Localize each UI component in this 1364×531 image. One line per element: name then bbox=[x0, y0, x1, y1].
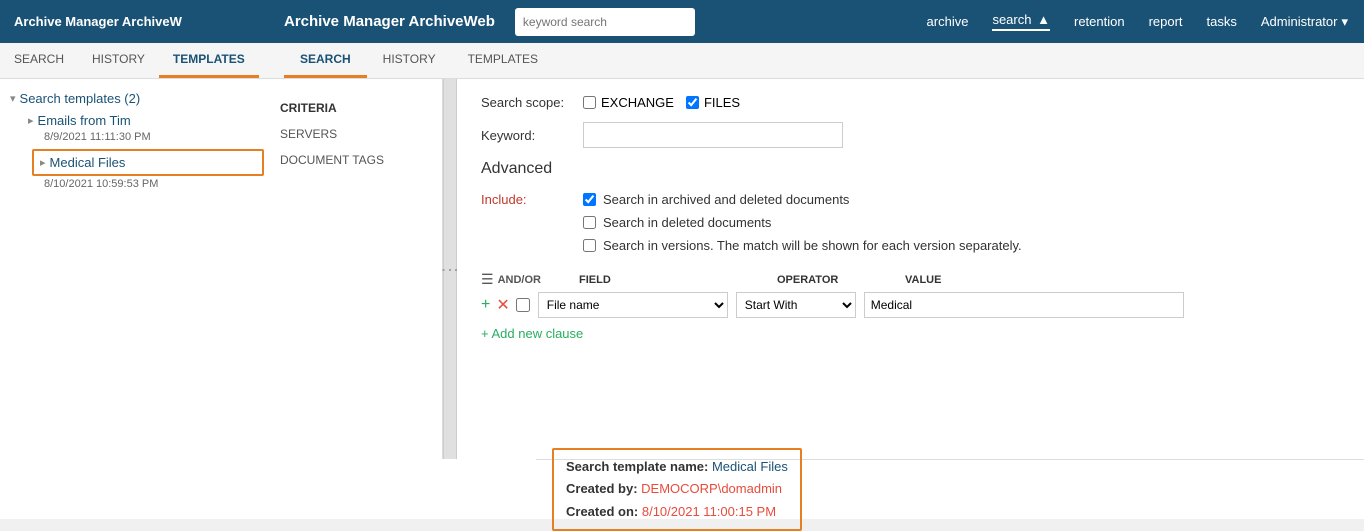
footer-created-on-row: Created on: 8/10/2021 11:00:15 PM bbox=[566, 501, 788, 523]
include-label: Include: bbox=[481, 192, 571, 207]
sidebar-item-servers[interactable]: SERVERS bbox=[280, 121, 430, 147]
left-tabs: SEARCH HISTORY TEMPLATES bbox=[0, 43, 268, 79]
tab-templates[interactable]: TEMPLATES bbox=[452, 43, 554, 78]
form-area: Search scope: EXCHANGE FILES Keyword: bbox=[457, 79, 1364, 459]
include-row: Include: Search in archived and deleted … bbox=[481, 192, 1340, 253]
created-by-label: Created by: bbox=[566, 481, 638, 496]
tree-item-medical-files-wrapper: ▸ Medical Files bbox=[32, 149, 264, 176]
sidebar-item-document-tags[interactable]: DOCUMENT TAGS bbox=[280, 147, 430, 173]
clause-icons: + ✕ bbox=[481, 295, 530, 315]
include-item-2: Search in versions. The match will be sh… bbox=[583, 238, 1022, 253]
include-label-0: Search in archived and deleted documents bbox=[603, 192, 849, 207]
field-header: FIELD bbox=[579, 274, 769, 286]
created-by-value: DEMOCORP\domadmin bbox=[641, 481, 782, 496]
keyword-label: Keyword: bbox=[481, 128, 571, 143]
exchange-label: EXCHANGE bbox=[601, 95, 674, 110]
main-panel: Archive Manager ArchiveWeb archive searc… bbox=[268, 0, 1364, 519]
nav-admin[interactable]: Administrator ▾ bbox=[1261, 14, 1348, 30]
scope-group: EXCHANGE FILES bbox=[583, 95, 740, 110]
template-name-value: Medical Files bbox=[712, 459, 788, 474]
include-checkbox-0[interactable] bbox=[583, 193, 596, 206]
tab-search[interactable]: SEARCH bbox=[284, 43, 367, 78]
medical-date: 8/10/2021 10:59:53 PM bbox=[28, 178, 268, 194]
left-content: ▾ Search templates (2) ▸ Emails from Tim… bbox=[0, 79, 268, 519]
nav-search[interactable]: search ▲ bbox=[992, 12, 1050, 31]
include-item-1: Search in deleted documents bbox=[583, 215, 1022, 230]
emails-label: Emails from Tim bbox=[38, 113, 131, 128]
include-group: Search in archived and deleted documents… bbox=[583, 192, 1022, 253]
footer: Search template name: Medical Files Crea… bbox=[536, 459, 1364, 519]
include-checkbox-2[interactable] bbox=[583, 239, 596, 252]
left-tab-search[interactable]: SEARCH bbox=[0, 43, 78, 78]
value-input[interactable] bbox=[864, 292, 1184, 318]
value-header: VALUE bbox=[905, 274, 941, 286]
remove-clause-icon[interactable]: ✕ bbox=[496, 295, 509, 315]
footer-info: Search template name: Medical Files Crea… bbox=[552, 448, 802, 530]
nav-archive[interactable]: archive bbox=[927, 14, 969, 29]
include-label-2: Search in versions. The match will be sh… bbox=[603, 238, 1022, 253]
nav-tasks[interactable]: tasks bbox=[1207, 14, 1237, 29]
add-new-clause-button[interactable]: + Add new clause bbox=[481, 326, 583, 341]
left-panel: Archive Manager ArchiveW SEARCH HISTORY … bbox=[0, 0, 268, 519]
include-label-1: Search in deleted documents bbox=[603, 215, 771, 230]
footer-created-by-row: Created by: DEMOCORP\domadmin bbox=[566, 478, 788, 500]
medical-label: Medical Files bbox=[50, 155, 126, 170]
footer-template-name-row: Search template name: Medical Files bbox=[566, 456, 788, 478]
emails-arrow: ▸ bbox=[28, 114, 34, 127]
clause-section: ☰ AND/OR FIELD OPERATOR VALUE + ✕ bbox=[481, 271, 1340, 341]
field-select[interactable]: File name Subject From To bbox=[538, 292, 728, 318]
nav-links: archive search ▲ retention report tasks … bbox=[927, 12, 1348, 31]
files-scope: FILES bbox=[686, 95, 740, 110]
app-title: Archive Manager ArchiveWeb bbox=[284, 13, 495, 30]
andor-header: AND/OR bbox=[498, 274, 541, 286]
keyword-row: Keyword: bbox=[481, 122, 1340, 148]
search-box-wrap bbox=[515, 8, 695, 36]
include-checkbox-1[interactable] bbox=[583, 216, 596, 229]
keyword-input[interactable] bbox=[583, 122, 843, 148]
tree-item-medical-files[interactable]: ▸ Medical Files bbox=[34, 151, 262, 174]
add-clause-label: + Add new clause bbox=[481, 326, 583, 341]
template-name-label: Search template name: bbox=[566, 459, 708, 474]
tree-children: ▸ Emails from Tim 8/9/2021 11:11:30 PM ▸… bbox=[0, 110, 268, 194]
content-area: CRITERIA SERVERS DOCUMENT TAGS ⋮ Search … bbox=[268, 79, 1364, 459]
clause-row: + ✕ File name Subject From To Start With… bbox=[481, 292, 1340, 318]
scope-label: Search scope: bbox=[481, 95, 571, 110]
keyword-search-input[interactable] bbox=[515, 8, 695, 36]
tree-item-emails-from-tim[interactable]: ▸ Emails from Tim bbox=[28, 110, 268, 131]
left-tab-templates[interactable]: TEMPLATES bbox=[159, 43, 259, 78]
main-tabs: SEARCH HISTORY TEMPLATES bbox=[268, 43, 1364, 79]
tree-root-arrow: ▾ bbox=[10, 92, 16, 105]
left-panel-title: Archive Manager ArchiveW bbox=[0, 0, 268, 43]
tree-root-label: Search templates (2) bbox=[20, 91, 141, 106]
medical-arrow: ▸ bbox=[40, 156, 46, 169]
criteria-sidebar: CRITERIA SERVERS DOCUMENT TAGS bbox=[268, 79, 443, 459]
tab-history[interactable]: HISTORY bbox=[367, 43, 452, 78]
nav-retention[interactable]: retention bbox=[1074, 14, 1125, 29]
resize-handle[interactable]: ⋮ bbox=[443, 79, 457, 459]
created-on-label: Created on: bbox=[566, 504, 638, 519]
emails-date: 8/9/2021 11:11:30 PM bbox=[28, 131, 268, 147]
include-item-0: Search in archived and deleted documents bbox=[583, 192, 1022, 207]
left-tab-history[interactable]: HISTORY bbox=[78, 43, 159, 78]
add-clause-icon[interactable]: + bbox=[481, 296, 490, 314]
operator-header: OPERATOR bbox=[777, 274, 897, 286]
sidebar-item-criteria[interactable]: CRITERIA bbox=[280, 95, 430, 121]
files-label: FILES bbox=[704, 95, 740, 110]
files-checkbox[interactable] bbox=[686, 96, 699, 109]
operator-select[interactable]: Start With Contains Equals bbox=[736, 292, 856, 318]
andor-icon: ☰ bbox=[481, 271, 494, 288]
search-scope-row: Search scope: EXCHANGE FILES bbox=[481, 95, 1340, 110]
nav-report[interactable]: report bbox=[1149, 14, 1183, 29]
clause-checkbox[interactable] bbox=[516, 298, 530, 312]
exchange-scope: EXCHANGE bbox=[583, 95, 674, 110]
created-on-value: 8/10/2021 11:00:15 PM bbox=[642, 504, 776, 519]
advanced-title: Advanced bbox=[481, 160, 1340, 178]
tree-root[interactable]: ▾ Search templates (2) bbox=[0, 87, 268, 110]
exchange-checkbox[interactable] bbox=[583, 96, 596, 109]
top-nav: Archive Manager ArchiveWeb archive searc… bbox=[268, 0, 1364, 43]
